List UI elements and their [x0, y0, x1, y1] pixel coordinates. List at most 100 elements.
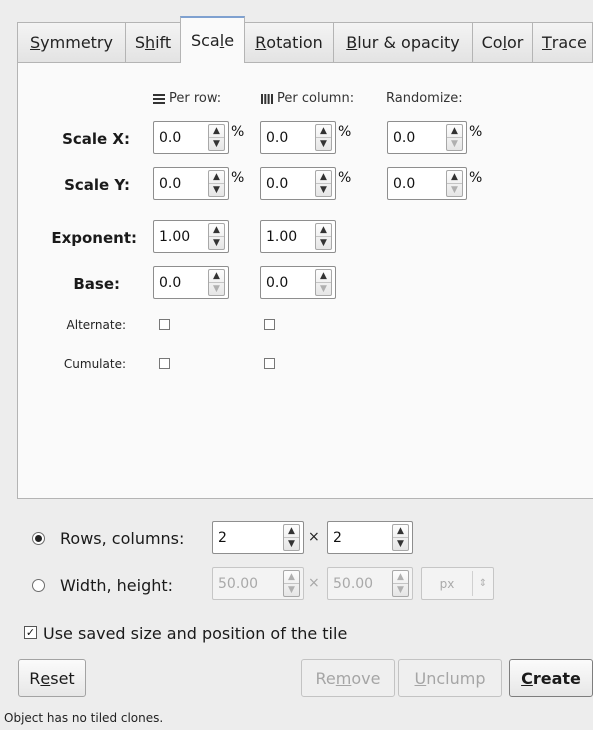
spin-buttons[interactable]: ▲ ▼	[283, 570, 300, 597]
tab-blur-opacity[interactable]: Blur & opacity	[333, 22, 473, 62]
exponent-per-row-spin[interactable]: 1.00 ▲ ▼	[153, 220, 229, 253]
tab-label: or	[507, 33, 524, 52]
alternate-per-row-checkbox[interactable]	[159, 319, 170, 330]
percent-unit: %	[469, 124, 483, 140]
unit-selector[interactable]: px ⇕	[421, 567, 494, 600]
chevron-down-icon[interactable]: ▼	[209, 183, 224, 196]
width-height-label: Width, height:	[60, 576, 174, 595]
tab-shift[interactable]: Sh ift	[125, 22, 181, 62]
tab-symmetry[interactable]: Symmetry	[17, 22, 126, 62]
chevron-down-icon[interactable]: ▼	[447, 137, 462, 150]
button-label: nclump	[426, 668, 486, 688]
spin-buttons[interactable]: ▲ ▼	[446, 124, 463, 151]
spin-value[interactable]: 0.0	[261, 130, 315, 146]
create-button[interactable]: Create	[509, 659, 593, 697]
tab-trace[interactable]: Trace	[532, 22, 593, 62]
base-per-row-spin[interactable]: 0.0 ▲ ▼	[153, 266, 229, 299]
spin-buttons[interactable]: ▲ ▼	[315, 170, 332, 197]
scale-y-per-column-spin[interactable]: 0.0 ▲ ▼	[260, 167, 336, 200]
chevron-down-icon[interactable]: ▼	[316, 183, 331, 196]
chevron-up-icon[interactable]: ▲	[393, 525, 408, 537]
spin-value[interactable]: 0.0	[154, 130, 208, 146]
spin-value[interactable]: 1.00	[154, 229, 208, 245]
chevron-up-icon[interactable]: ▲	[447, 171, 462, 183]
chevron-up-icon[interactable]: ▲	[284, 525, 299, 537]
button-label: reate	[532, 668, 581, 688]
spin-value[interactable]: 2	[328, 530, 392, 546]
tab-label-mnemonic: S	[30, 33, 41, 52]
spin-value[interactable]: 50.00	[328, 576, 392, 592]
chevron-down-icon[interactable]: ▼	[316, 282, 331, 295]
columns-spin[interactable]: 2 ▲ ▼	[327, 521, 413, 554]
chevron-up-icon[interactable]: ▲	[316, 125, 331, 137]
chevron-down-icon[interactable]: ▼	[393, 537, 408, 550]
chevron-down-icon[interactable]: ▼	[393, 583, 408, 596]
tab-color[interactable]: Co l or	[472, 22, 533, 62]
spin-buttons[interactable]: ▲ ▼	[315, 269, 332, 296]
spin-value[interactable]: 0.0	[154, 275, 208, 291]
chevron-up-icon[interactable]: ▲	[316, 171, 331, 183]
spin-value[interactable]: 0.0	[154, 176, 208, 192]
chevron-up-icon[interactable]: ▲	[447, 125, 462, 137]
use-saved-size-checkbox[interactable]: ✓	[24, 626, 37, 639]
chevron-up-icon[interactable]: ▲	[209, 270, 224, 282]
spin-buttons[interactable]: ▲ ▼	[446, 170, 463, 197]
base-per-column-spin[interactable]: 0.0 ▲ ▼	[260, 266, 336, 299]
chevron-down-icon[interactable]: ▼	[316, 236, 331, 249]
chevron-down-icon[interactable]: ▼	[284, 537, 299, 550]
width-height-radio[interactable]	[32, 579, 45, 592]
updown-icon[interactable]: ⇕	[472, 571, 493, 596]
tab-label: Sca	[190, 31, 220, 50]
scale-x-per-row-spin[interactable]: 0.0 ▲ ▼	[153, 121, 229, 154]
spin-buttons[interactable]: ▲ ▼	[208, 170, 225, 197]
spin-value[interactable]: 0.0	[261, 176, 315, 192]
spin-buttons[interactable]: ▲ ▼	[208, 269, 225, 296]
spin-value[interactable]: 0.0	[388, 130, 446, 146]
spin-buttons[interactable]: ▲ ▼	[283, 524, 300, 551]
chevron-down-icon[interactable]: ▼	[209, 282, 224, 295]
spin-value[interactable]: 0.0	[261, 275, 315, 291]
chevron-up-icon[interactable]: ▲	[209, 125, 224, 137]
scale-y-randomize-spin[interactable]: 0.0 ▲ ▼	[387, 167, 467, 200]
rows-spin[interactable]: 2 ▲ ▼	[212, 521, 304, 554]
spin-buttons[interactable]: ▲ ▼	[315, 223, 332, 250]
spin-value[interactable]: 0.0	[388, 176, 446, 192]
unclump-button[interactable]: Unclump	[398, 659, 502, 697]
tab-scale[interactable]: Sca l e	[180, 16, 245, 63]
spin-value[interactable]: 1.00	[261, 229, 315, 245]
cumulate-per-row-checkbox[interactable]	[159, 358, 170, 369]
chevron-down-icon[interactable]: ▼	[284, 583, 299, 596]
chevron-up-icon[interactable]: ▲	[316, 224, 331, 236]
chevron-up-icon[interactable]: ▲	[209, 224, 224, 236]
spin-value[interactable]: 50.00	[213, 576, 283, 592]
spin-buttons[interactable]: ▲ ▼	[315, 124, 332, 151]
use-saved-size-label: Use saved size and position of the tile	[43, 624, 348, 643]
width-spin[interactable]: 50.00 ▲ ▼	[212, 567, 304, 600]
alternate-per-column-checkbox[interactable]	[264, 319, 275, 330]
spin-buttons[interactable]: ▲ ▼	[392, 570, 409, 597]
reset-button[interactable]: Re set	[18, 659, 86, 697]
chevron-up-icon[interactable]: ▲	[284, 571, 299, 583]
chevron-down-icon[interactable]: ▼	[209, 236, 224, 249]
spin-buttons[interactable]: ▲ ▼	[392, 524, 409, 551]
chevron-up-icon[interactable]: ▲	[393, 571, 408, 583]
cumulate-per-column-checkbox[interactable]	[264, 358, 275, 369]
exponent-per-column-spin[interactable]: 1.00 ▲ ▼	[260, 220, 336, 253]
spin-buttons[interactable]: ▲ ▼	[208, 124, 225, 151]
chevron-down-icon[interactable]: ▼	[447, 183, 462, 196]
scale-x-per-column-spin[interactable]: 0.0 ▲ ▼	[260, 121, 336, 154]
rows-columns-radio[interactable]	[32, 532, 45, 545]
times-symbol: ×	[308, 575, 320, 591]
chevron-down-icon[interactable]: ▼	[316, 137, 331, 150]
chevron-down-icon[interactable]: ▼	[209, 137, 224, 150]
height-spin[interactable]: 50.00 ▲ ▼	[327, 567, 413, 600]
scale-x-randomize-spin[interactable]: 0.0 ▲ ▼	[387, 121, 467, 154]
chevron-up-icon[interactable]: ▲	[316, 270, 331, 282]
scale-y-per-row-spin[interactable]: 0.0 ▲ ▼	[153, 167, 229, 200]
spin-buttons[interactable]: ▲ ▼	[208, 223, 225, 250]
chevron-up-icon[interactable]: ▲	[209, 171, 224, 183]
unit-value[interactable]: px	[422, 577, 472, 591]
spin-value[interactable]: 2	[213, 530, 283, 546]
remove-button[interactable]: Re m ove	[301, 659, 395, 697]
tab-rotation[interactable]: Rotation	[244, 22, 334, 62]
